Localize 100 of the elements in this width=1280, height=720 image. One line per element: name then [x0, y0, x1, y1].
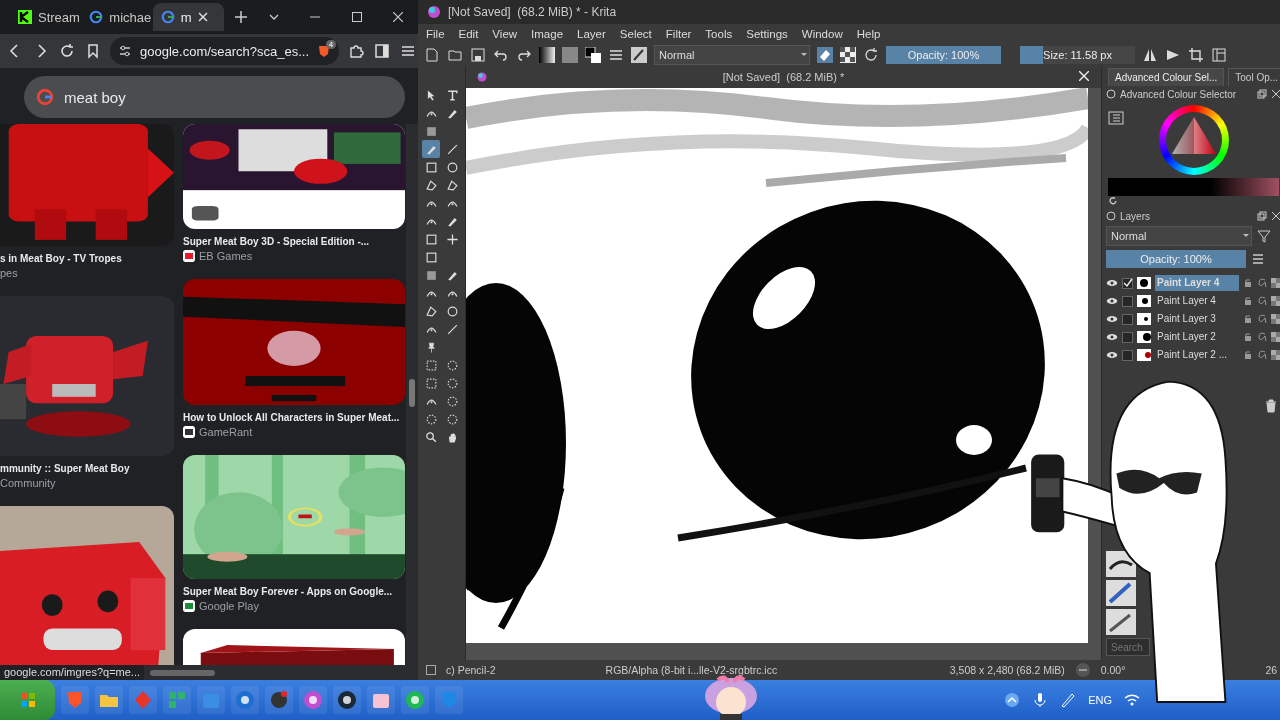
workspace-icon[interactable]	[1211, 47, 1227, 63]
selection-icon[interactable]	[426, 665, 436, 675]
browser-tab[interactable]: Stream	[10, 3, 80, 31]
lock-icon[interactable]	[1243, 332, 1253, 342]
docker-tab[interactable]: Advanced Colour Sel...	[1108, 68, 1225, 86]
refresh-icon[interactable]	[1108, 196, 1118, 206]
settings-icon[interactable]	[1108, 110, 1124, 126]
save-icon[interactable]	[470, 47, 486, 63]
layer-name[interactable]: Paint Layer 2	[1155, 329, 1239, 345]
record-icon[interactable]	[269, 690, 289, 710]
menu-item[interactable]: File	[426, 28, 445, 40]
folder-icon[interactable]	[447, 47, 463, 63]
layer-checkbox[interactable]	[1122, 277, 1133, 289]
search-field[interactable]: meat boy	[24, 76, 405, 118]
scrollbar[interactable]	[150, 669, 216, 676]
layer-checkbox[interactable]	[1122, 349, 1133, 361]
eye-icon[interactable]	[1106, 349, 1118, 361]
lock-icon[interactable]	[1243, 314, 1253, 324]
ring-icon[interactable]	[235, 690, 255, 710]
menu-item[interactable]: Edit	[458, 28, 479, 40]
search-field[interactable]: Search	[1106, 638, 1150, 656]
maximize-icon[interactable]	[351, 12, 362, 22]
lock-icon[interactable]	[1243, 278, 1253, 288]
menu-item[interactable]: Settings	[746, 28, 788, 40]
result-title[interactable]: mmunity :: Super Meat Boy	[0, 463, 174, 474]
brush-tool-icon[interactable]	[422, 140, 440, 158]
docker-tab[interactable]: Tool Op...	[1228, 68, 1280, 86]
wifi-icon[interactable]	[1124, 692, 1140, 708]
language-indicator[interactable]: ENG	[1088, 694, 1112, 706]
tiles-icon[interactable]	[167, 690, 187, 710]
layer-name[interactable]: Paint Layer 2 ...	[1155, 347, 1239, 363]
colour-swatches-icon[interactable]	[585, 47, 601, 63]
menu-item[interactable]: View	[492, 28, 518, 40]
blend-mode-dropdown[interactable]: Normal	[1106, 226, 1252, 246]
checkerboard-icon[interactable]	[1271, 296, 1280, 306]
crop-icon[interactable]	[1188, 47, 1204, 63]
pen-icon[interactable]	[1060, 692, 1077, 708]
opacity-slider[interactable]: Opacity: 100%	[886, 46, 1001, 64]
document-tab[interactable]: [Not Saved] (68.2 MiB) *	[722, 71, 845, 83]
close-icon[interactable]	[1271, 89, 1280, 99]
float-icon[interactable]	[1257, 89, 1268, 99]
size-slider[interactable]: Size: 11.58 px	[1020, 46, 1135, 64]
start-button[interactable]	[0, 680, 55, 720]
layer-checkbox[interactable]	[1122, 331, 1133, 343]
checkerboard-icon[interactable]	[1271, 332, 1280, 342]
scrollbar[interactable]	[406, 124, 418, 665]
lock-icon[interactable]	[1106, 211, 1116, 221]
eye-icon[interactable]	[1106, 295, 1118, 307]
chevron-up-icon[interactable]	[1004, 692, 1021, 708]
menu-item[interactable]: Window	[801, 28, 843, 40]
colour-shade-bar[interactable]	[1108, 178, 1280, 196]
layer-name[interactable]: Paint Layer 4	[1155, 293, 1239, 309]
lock-icon[interactable]	[1106, 89, 1116, 99]
gradient-icon[interactable]	[539, 47, 555, 63]
layer-checkbox[interactable]	[1122, 295, 1133, 307]
sidebar-icon[interactable]	[373, 42, 392, 60]
address-bar[interactable]: google.com/search?sca_es... 4	[110, 37, 340, 65]
checkerboard-icon[interactable]	[840, 47, 856, 63]
close-icon[interactable]	[197, 12, 208, 22]
checkerboard-icon[interactable]	[1271, 278, 1280, 288]
mirror-icon[interactable]	[1142, 47, 1158, 63]
menu-item[interactable]: Layer	[577, 28, 606, 40]
menu-item[interactable]: Select	[619, 28, 652, 40]
new-document-icon[interactable]	[424, 47, 440, 63]
layer-name[interactable]: Paint Layer 3	[1155, 311, 1239, 327]
layer-checkbox[interactable]	[1122, 313, 1133, 325]
menu-item[interactable]: Tools	[705, 28, 733, 40]
chevron-down-icon[interactable]	[268, 12, 279, 22]
flip-icon[interactable]	[1165, 47, 1181, 63]
refresh-icon[interactable]	[863, 47, 879, 63]
result-title[interactable]: How to Unlock All Characters in Super Meat...	[183, 412, 405, 423]
menu-item[interactable]: Help	[856, 28, 881, 40]
close-icon[interactable]	[393, 12, 404, 22]
browser-tab[interactable]: m	[152, 3, 224, 31]
brush-preset-icon[interactable]	[631, 47, 647, 63]
result-title[interactable]: Super Meat Boy Forever - Apps on Google...	[183, 586, 405, 597]
checkerboard-icon[interactable]	[1271, 314, 1280, 324]
eye-icon[interactable]	[1106, 331, 1118, 343]
menu-icon[interactable]	[1250, 251, 1266, 267]
puzzle-icon[interactable]	[347, 42, 366, 60]
result-title[interactable]: s in Meat Boy - TV Tropes	[0, 253, 174, 264]
eraser-icon[interactable]	[817, 47, 833, 63]
close-icon[interactable]	[1271, 211, 1280, 221]
eye-icon[interactable]	[1106, 313, 1118, 325]
float-icon[interactable]	[1257, 211, 1268, 221]
result-title[interactable]: Super Meat Boy 3D - Special Edition -...	[183, 236, 405, 247]
site-settings-icon[interactable]	[118, 44, 132, 58]
lock-icon[interactable]	[1243, 350, 1253, 360]
lock-icon[interactable]	[1243, 296, 1253, 306]
filter-icon[interactable]	[1256, 228, 1272, 244]
microphone-icon[interactable]	[1032, 692, 1049, 708]
list-icon[interactable]	[608, 47, 624, 63]
menu-item[interactable]: Image	[531, 28, 564, 40]
browser-tab[interactable]: michae	[81, 3, 151, 31]
blend-mode-dropdown[interactable]: Normal	[654, 45, 810, 65]
reload-icon[interactable]	[58, 42, 76, 60]
layer-opacity-slider[interactable]: Opacity: 100%	[1106, 250, 1246, 268]
checkerboard-icon[interactable]	[1271, 350, 1280, 360]
eye-icon[interactable]	[1106, 277, 1118, 289]
rotate-icon[interactable]	[1074, 662, 1091, 678]
